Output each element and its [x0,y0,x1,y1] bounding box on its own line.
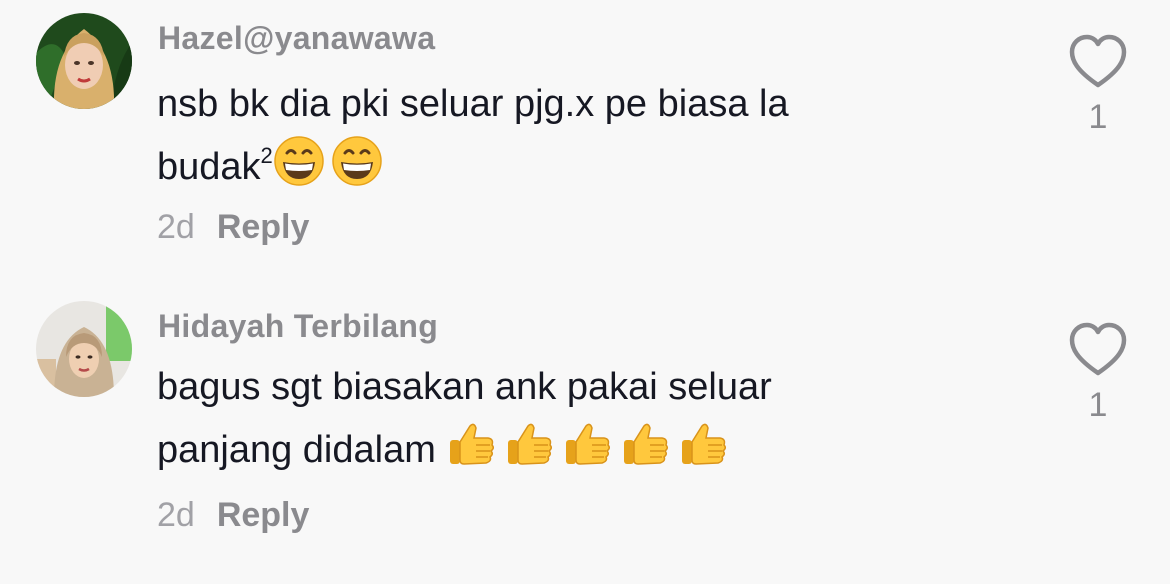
like-count: 1 [1088,98,1108,136]
comment-text: nsb bk dia pki seluar pjg.x pe biasa la … [157,73,1037,198]
grinning-face-icon [273,135,325,187]
comment-username[interactable]: Hazel@yanawawa [158,20,435,57]
comment-text-line: bagus sgt biasakan ank pakai seluar [157,366,772,408]
comment-text-line: panjang didalam [157,418,1037,481]
comment-username[interactable]: Hidayah Terbilang [158,308,438,345]
comment-text: bagus sgt biasakan ank pakai seluar panj… [157,356,1037,481]
grinning-face-icon [331,135,383,187]
reply-button[interactable]: Reply [217,208,310,246]
thumbs-up-icon [504,418,556,470]
thumbs-up-icon [620,418,672,470]
comment-text-line: budak2 [157,135,1037,198]
heart-icon[interactable] [1068,34,1128,90]
comment-meta: 2d Reply [157,496,309,535]
comment-text-line: nsb bk dia pki seluar pjg.x pe biasa la [157,83,789,125]
superscript: 2 [260,143,273,168]
avatar-image [36,13,132,109]
thumbs-up-icon [446,418,498,470]
comment-item: Hidayah Terbilang bagus sgt biasakan ank… [0,290,1170,584]
thumbs-up-icon [678,418,730,470]
avatar[interactable] [36,13,132,109]
avatar[interactable] [36,301,132,397]
comment-timestamp: 2d [157,496,195,534]
reply-button[interactable]: Reply [217,496,310,534]
comment-text-fragment: budak [157,146,261,188]
comment-item: Hazel@yanawawa nsb bk dia pki seluar pjg… [0,0,1170,290]
comment-list: Hazel@yanawawa nsb bk dia pki seluar pjg… [0,0,1170,584]
comment-meta: 2d Reply [157,208,309,247]
like-count: 1 [1088,386,1108,424]
comment-timestamp: 2d [157,208,195,246]
thumbs-up-icon [562,418,614,470]
avatar-image [36,301,132,397]
heart-icon[interactable] [1068,322,1128,378]
comment-text-fragment: panjang didalam [157,429,436,471]
like-control: 1 [1060,322,1136,425]
like-control: 1 [1060,34,1136,137]
